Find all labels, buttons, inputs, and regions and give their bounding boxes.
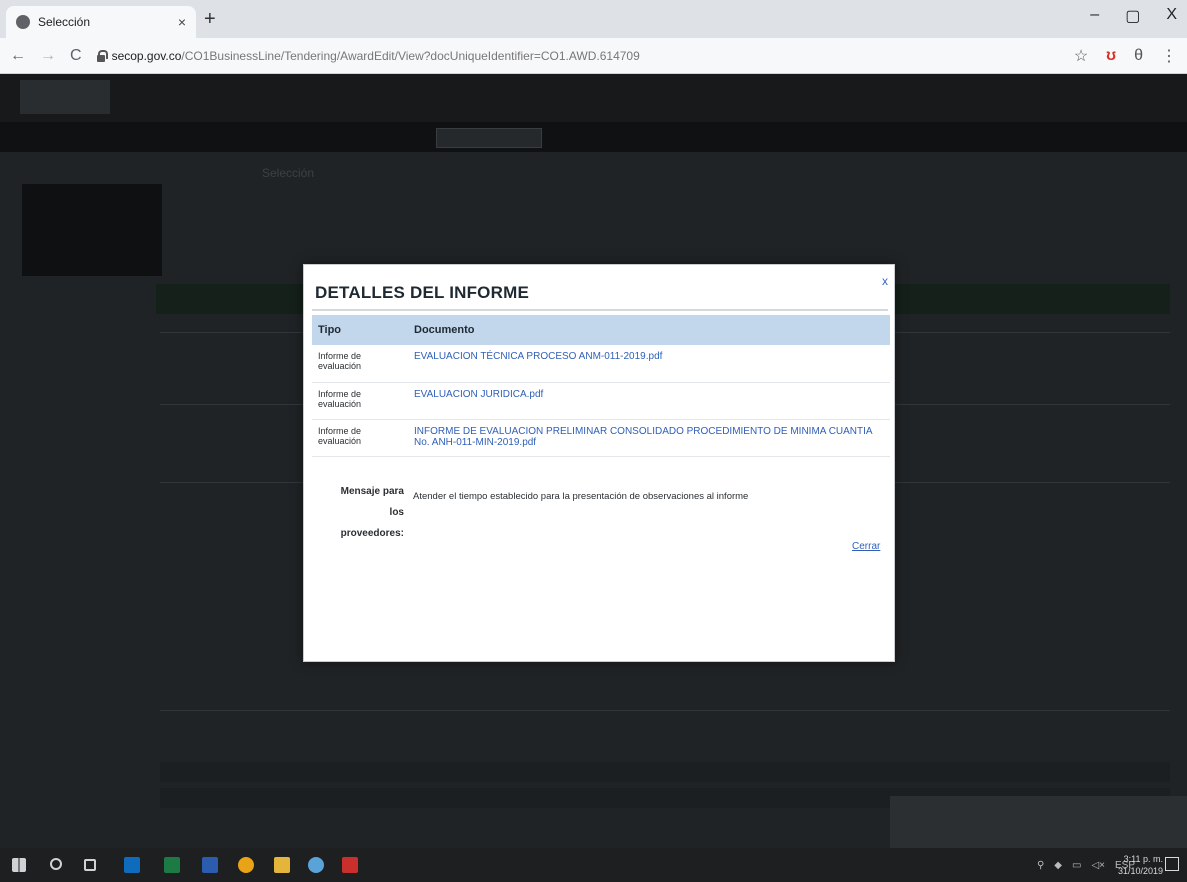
page-toast [890,796,1187,848]
outlook-icon[interactable] [124,857,140,873]
lock-icon [96,49,108,62]
document-link[interactable]: EVALUACION JURIDICA.pdf [414,389,543,400]
close-tab-icon[interactable]: × [178,14,186,30]
row-documento: EVALUACION JURIDICA.pdf [408,382,890,420]
modal-title: DETALLES DEL INFORME [315,283,529,302]
forward-arrow-icon[interactable]: → [40,47,56,65]
page-header [0,74,1187,122]
clock[interactable]: 3:11 p. m. 31/10/2019 [1118,853,1163,877]
page-divider [160,710,1170,711]
new-tab-button[interactable]: + [204,8,216,31]
row-tipo: Informe de evaluación [312,419,408,457]
volume-icon[interactable]: ◁× [1091,860,1105,871]
page-side-panel [22,184,162,276]
report-details-modal: DETALLES DEL INFORME x Tipo Documento In… [303,264,895,662]
table-row: Informe de evaluación INFORME DE EVALUAC… [312,419,890,457]
close-window-button[interactable]: X [1166,6,1177,26]
taskbar: ⚲ ◆ ▭ ◁× ESP 3:11 p. m. 31/10/2019 [0,848,1187,882]
clock-date: 31/10/2019 [1117,866,1163,876]
notification-icon[interactable] [1165,857,1179,871]
row-tipo: Informe de evaluación [312,345,408,383]
modal-close-icon[interactable]: x [882,274,888,288]
acrobat-icon[interactable] [342,857,358,873]
clock-time: 3:11 p. m. [1123,854,1163,864]
network-icon[interactable]: ▭ [1072,860,1081,871]
file-explorer-icon[interactable] [274,857,290,873]
cerrar-link[interactable]: Cerrar [852,541,880,552]
document-link[interactable]: EVALUACION TÉCNICA PROCESO ANM-011-2019.… [414,351,662,362]
modal-divider [312,309,888,311]
extension-icon[interactable]: ʊ [1106,47,1116,65]
browser-tab-bar: Selección × + – ▢ X [0,0,1187,38]
profile-icon[interactable]: θ [1134,47,1143,65]
url-path: /CO1BusinessLine/Tendering/AwardEdit/Vie… [181,48,640,63]
bookmark-star-icon[interactable]: ☆ [1074,46,1088,66]
search-icon[interactable] [50,858,62,870]
column-header-tipo: Tipo [312,315,408,345]
excel-icon[interactable] [164,857,180,873]
people-icon[interactable]: ⚲ [1037,860,1044,871]
documents-table: Tipo Documento Informe de evaluación EVA… [312,315,890,457]
page-row [160,762,1170,782]
message-text: Atender el tiempo establecido para la pr… [413,491,749,502]
message-label: Mensaje para los proveedores: [340,486,404,539]
window-controls: – ▢ X [1090,6,1177,26]
page-select [436,128,542,148]
row-documento: EVALUACION TÉCNICA PROCESO ANM-011-2019.… [408,345,890,383]
windows-start-icon[interactable] [12,858,26,872]
table-row: Informe de evaluación EVALUACION JURIDIC… [312,382,890,420]
address-bar: ← → C secop.gov.co/CO1BusinessLine/Tende… [0,38,1187,74]
url-host: secop.gov.co [111,48,182,63]
task-view-icon[interactable] [84,859,96,871]
tab-title: Selección [38,15,91,29]
row-tipo: Informe de evaluación [312,382,408,420]
word-icon[interactable] [202,857,218,873]
toolbar-actions: ☆ ʊ θ ⋮ [1074,46,1177,66]
document-link[interactable]: INFORME DE EVALUACION PRELIMINAR CONSOLI… [414,426,872,448]
site-logo [20,80,110,114]
breadcrumb: Selección [262,166,315,180]
tray-apps-icon[interactable]: ◆ [1054,860,1062,871]
back-arrow-icon[interactable]: ← [10,47,26,65]
paint-icon[interactable] [308,857,324,873]
maximize-button[interactable]: ▢ [1125,6,1140,26]
table-header-row: Tipo Documento [312,315,890,345]
url-field[interactable]: secop.gov.co/CO1BusinessLine/Tendering/A… [112,49,1074,63]
table-row: Informe de evaluación EVALUACION TÉCNICA… [312,345,890,383]
column-header-documento: Documento [408,315,890,345]
chrome-icon[interactable] [238,857,254,873]
minimize-button[interactable]: – [1090,6,1099,26]
reload-icon[interactable]: C [70,47,82,65]
favicon-icon [16,15,30,29]
browser-tab[interactable]: Selección × [6,6,196,38]
menu-kebab-icon[interactable]: ⋮ [1161,46,1177,66]
row-documento: INFORME DE EVALUACION PRELIMINAR CONSOLI… [408,419,890,457]
page-menubar [0,122,1187,152]
